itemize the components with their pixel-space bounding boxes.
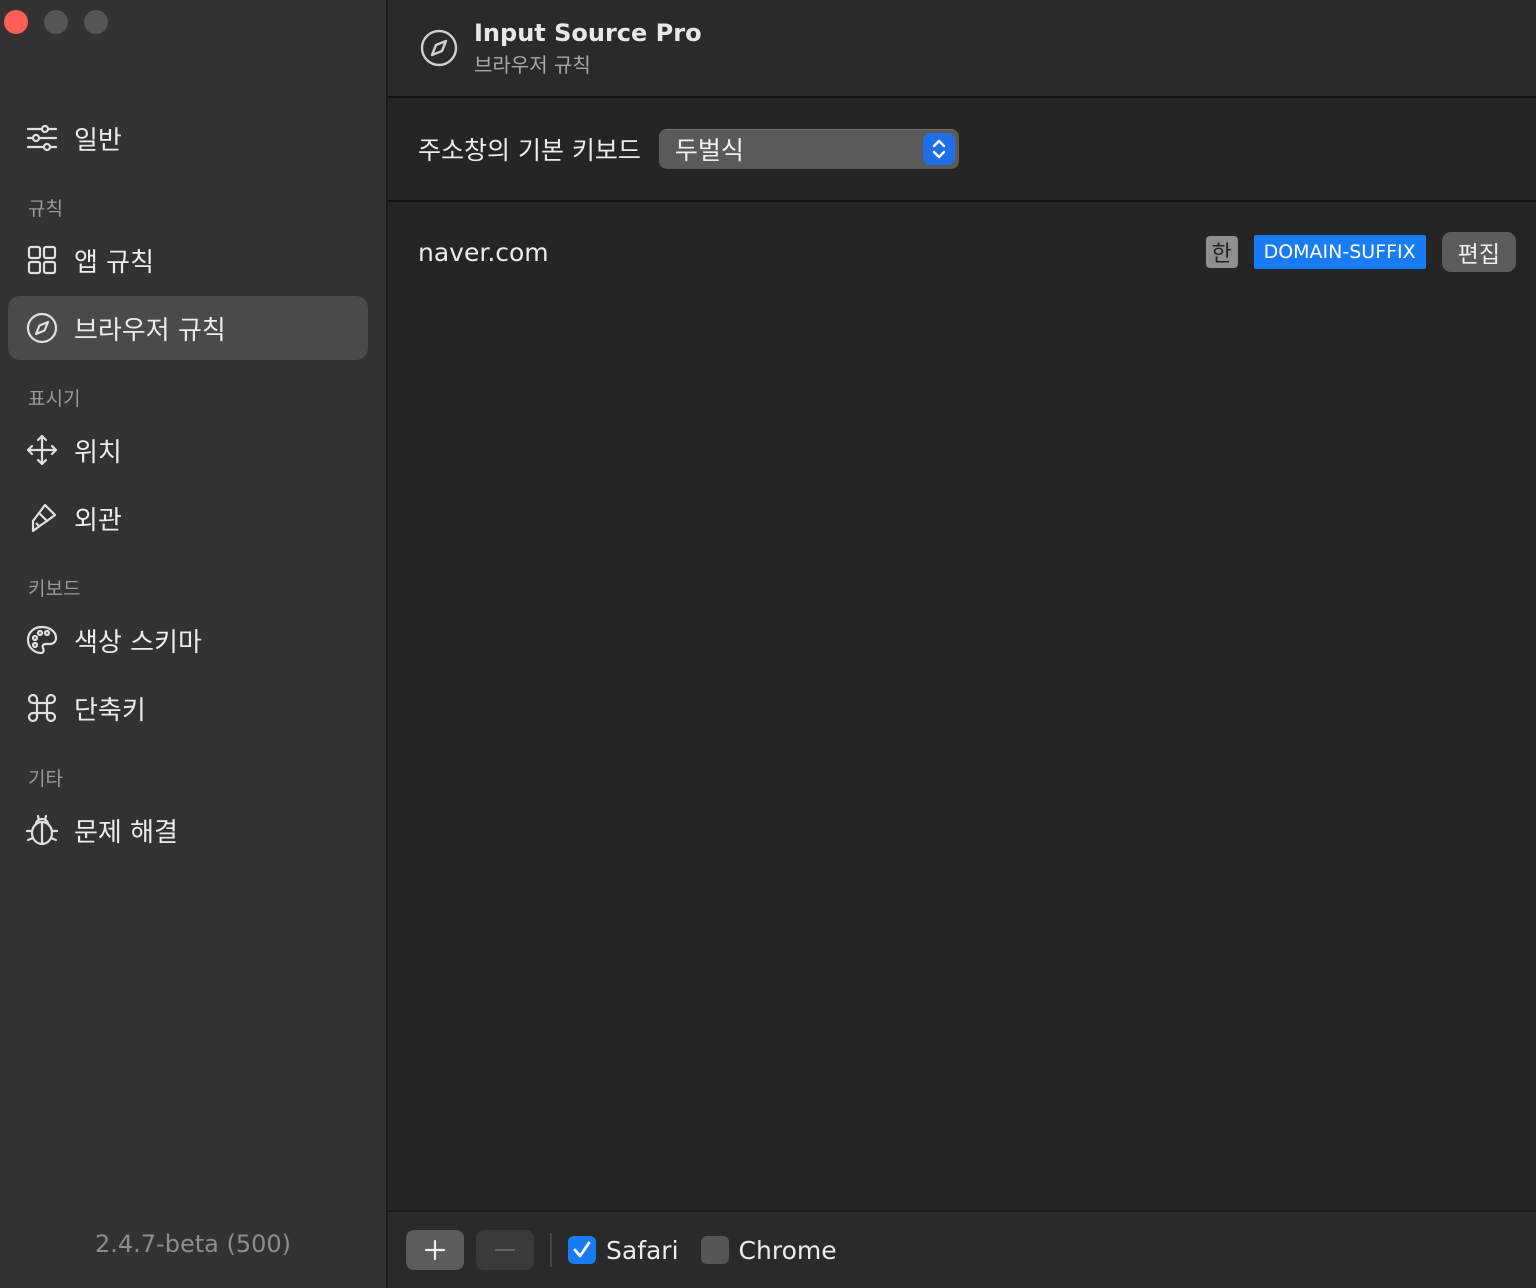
- compass-icon: [24, 310, 60, 346]
- checkbox-label: Chrome: [738, 1235, 837, 1265]
- window-controls: [4, 10, 108, 34]
- move-icon: [24, 432, 60, 468]
- command-icon: [24, 690, 60, 726]
- sidebar-item-shortcuts[interactable]: 단축키: [8, 676, 368, 740]
- sidebar-item-label: 외관: [74, 505, 122, 536]
- setting-label: 주소창의 기본 키보드: [418, 136, 641, 165]
- select-value: 두벌식: [674, 136, 744, 165]
- safari-checkbox[interactable]: Safari: [568, 1236, 679, 1265]
- app-title: Input Source Pro: [474, 18, 702, 47]
- sliders-icon: [24, 120, 60, 156]
- sidebar-item-general[interactable]: 일반: [8, 106, 368, 170]
- match-type-badge: DOMAIN-SUFFIX: [1253, 235, 1426, 269]
- ladybug-icon: [24, 812, 60, 848]
- toolbar-divider: [550, 1233, 552, 1267]
- chevron-updown-icon: [922, 133, 955, 165]
- sidebar-item-label: 위치: [74, 437, 122, 468]
- input-source-badge: 한: [1205, 236, 1238, 268]
- header-titles: Input Source Pro 브라우저 규칙: [474, 19, 702, 78]
- sidebar: 일반 규칙 앱 규칙 브라우저 규칙 표시기 위치 외관 키보드 색상 스키마 …: [0, 0, 388, 1288]
- zoom-window-button[interactable]: [84, 10, 108, 34]
- remove-rule-button[interactable]: [476, 1230, 534, 1270]
- rule-domain: naver.com: [418, 237, 549, 267]
- sidebar-section-title: 기타: [28, 768, 63, 790]
- sidebar-item-app-rules[interactable]: 앱 규칙: [8, 228, 368, 292]
- sidebar-item-position[interactable]: 위치: [8, 418, 368, 482]
- close-window-button[interactable]: [4, 10, 28, 34]
- sidebar-section-title: 표시기: [28, 388, 81, 410]
- sidebar-item-troubleshooting[interactable]: 문제 해결: [8, 798, 368, 862]
- sidebar-item-label: 색상 스키마: [74, 627, 202, 658]
- version-label: 2.4.7-beta (500): [94, 1230, 291, 1258]
- bottom-toolbar: Safari Chrome: [388, 1210, 1536, 1288]
- page-title: 브라우저 규칙: [474, 52, 591, 77]
- compass-icon: [420, 29, 458, 67]
- sidebar-item-label: 단축키: [74, 695, 146, 726]
- sidebar-item-label: 문제 해결: [74, 817, 178, 848]
- sidebar-section-title: 키보드: [28, 578, 81, 600]
- palette-icon: [24, 622, 60, 658]
- paintbrush-icon: [24, 500, 60, 536]
- list-item: naver.com 한 DOMAIN-SUFFIX 편집: [388, 202, 1536, 302]
- page-header: Input Source Pro 브라우저 규칙: [388, 0, 1536, 98]
- address-bar-keyboard-setting: 주소창의 기본 키보드 두벌식: [388, 98, 1536, 202]
- chrome-checkbox[interactable]: Chrome: [700, 1235, 837, 1265]
- default-keyboard-select[interactable]: 두벌식: [658, 129, 959, 169]
- plus-icon: [424, 1239, 446, 1261]
- rule-actions: 한 DOMAIN-SUFFIX 편집: [1205, 232, 1516, 272]
- minimize-window-button[interactable]: [44, 10, 68, 34]
- sidebar-item-browser-rules[interactable]: 브라우저 규칙: [8, 296, 368, 360]
- sidebar-section-title: 규칙: [28, 198, 63, 220]
- checkbox-empty-icon: [700, 1236, 729, 1264]
- sidebar-item-label: 일반: [74, 125, 122, 156]
- sidebar-item-label: 브라우저 규칙: [74, 315, 226, 346]
- sidebar-item-color-scheme[interactable]: 색상 스키마: [8, 608, 368, 672]
- grid-icon: [24, 242, 60, 278]
- add-rule-button[interactable]: [406, 1230, 464, 1270]
- minus-icon: [495, 1249, 515, 1251]
- sidebar-item-appearance[interactable]: 외관: [8, 486, 368, 550]
- app-window: 일반 규칙 앱 규칙 브라우저 규칙 표시기 위치 외관 키보드 색상 스키마 …: [0, 0, 1536, 1288]
- edit-rule-button[interactable]: 편집: [1441, 232, 1516, 272]
- checkbox-label: Safari: [606, 1235, 679, 1265]
- sidebar-item-label: 앱 규칙: [74, 247, 155, 278]
- checkmark-icon: [568, 1236, 596, 1264]
- main-panel: Input Source Pro 브라우저 규칙 주소창의 기본 키보드 두벌식…: [388, 0, 1536, 1288]
